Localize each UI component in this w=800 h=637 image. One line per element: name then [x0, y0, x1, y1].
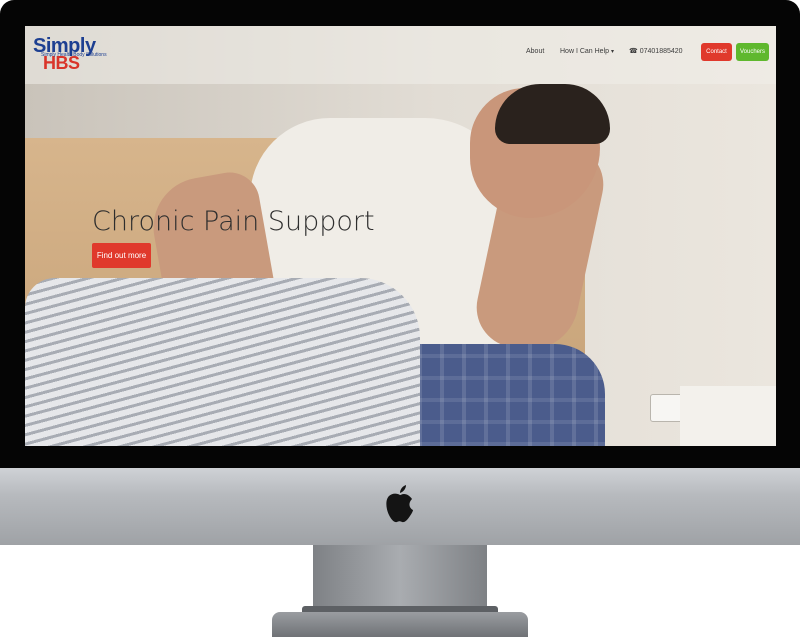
nav-phone[interactable]: ☎ 07401885420	[629, 47, 683, 55]
imac-stand-foot	[272, 612, 528, 637]
phone-icon: ☎	[629, 48, 638, 55]
find-out-more-button[interactable]: Find out more	[92, 243, 151, 268]
caret-down-icon: ▾	[610, 49, 614, 55]
hero-title: Chronic Pain Support	[92, 206, 375, 237]
vouchers-button[interactable]: Vouchers	[736, 43, 769, 61]
nightstand	[680, 386, 776, 446]
nav-how-i-can-help-label: How I Can Help	[560, 48, 610, 55]
contact-button[interactable]: Contact	[701, 43, 732, 61]
apple-logo-icon	[386, 485, 413, 523]
bed-sheets	[25, 278, 420, 446]
phone-number: 07401885420	[639, 48, 683, 55]
site-logo[interactable]: Simply HBS Simply Health Body Solutions	[33, 35, 113, 73]
nav-how-i-can-help[interactable]: How I Can Help ▾	[560, 48, 614, 55]
site-header: Simply HBS Simply Health Body Solutions …	[25, 26, 776, 84]
nav-about[interactable]: About	[526, 48, 544, 55]
logo-tagline: Simply Health Body Solutions	[41, 52, 107, 58]
monitor-screen: Simply HBS Simply Health Body Solutions …	[25, 26, 776, 446]
man-hair	[495, 84, 610, 144]
